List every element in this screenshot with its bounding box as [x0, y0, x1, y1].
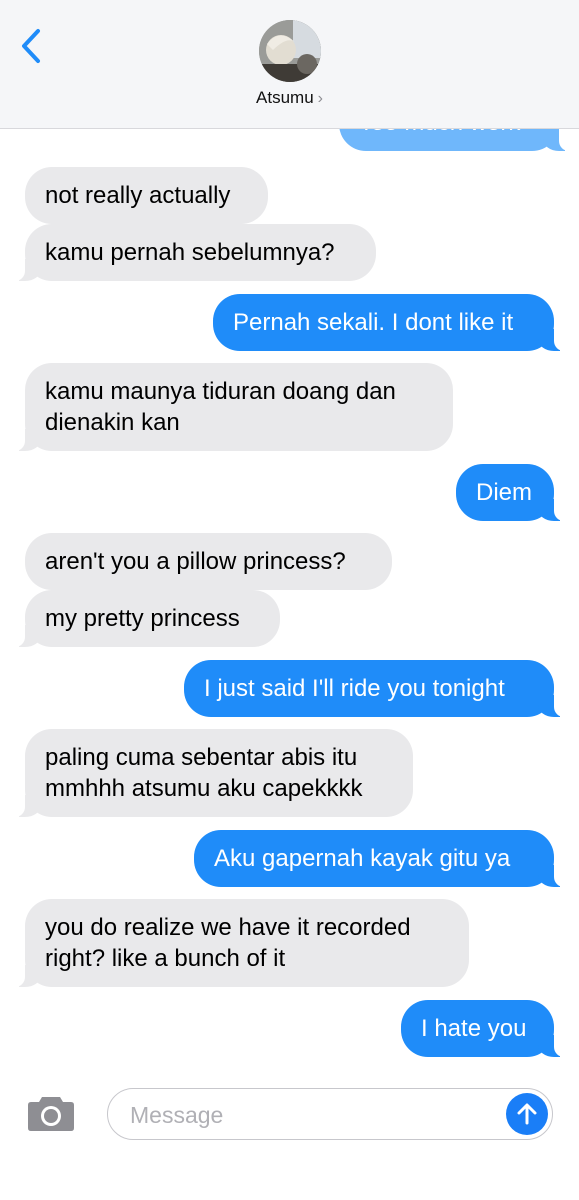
conversation-header: Atsumu ›	[0, 0, 579, 129]
contact-avatar[interactable]	[259, 20, 321, 82]
message-incoming: kamu pernah sebelumnya?	[13, 224, 376, 281]
contact-name-button[interactable]: Atsumu ›	[0, 88, 579, 108]
message-outgoing: Pernah sekali. I dont like it	[213, 294, 566, 351]
message-outgoing: I hate you	[401, 1000, 566, 1057]
message-incoming: my pretty princess	[13, 590, 280, 647]
message-outgoing: I just said I'll ride you tonight	[184, 660, 566, 717]
message-thread[interactable]: Too much work not really actually kamu p…	[0, 0, 579, 1075]
camera-icon	[28, 1097, 74, 1131]
back-button[interactable]	[16, 26, 46, 66]
message-outgoing: Aku gapernah kayak gitu ya	[194, 830, 566, 887]
contact-photo	[259, 20, 321, 82]
message-incoming: you do realize we have it recorded right…	[13, 899, 469, 987]
arrow-up-icon	[517, 1103, 537, 1125]
message-incoming: not really actually	[25, 167, 268, 224]
message-input[interactable]	[128, 1099, 502, 1131]
message-input-field[interactable]	[107, 1088, 553, 1140]
contact-name: Atsumu	[256, 88, 314, 107]
message-incoming: aren't you a pillow princess?	[25, 533, 392, 590]
chevron-right-icon: ›	[317, 90, 323, 107]
chevron-left-icon	[22, 29, 40, 63]
message-outgoing: Diem	[456, 464, 566, 521]
send-button[interactable]	[506, 1093, 548, 1135]
camera-button[interactable]	[26, 1093, 76, 1133]
message-incoming: kamu maunya tiduran doang dan dienakin k…	[13, 363, 453, 451]
message-incoming: paling cuma sebentar abis itu mmhhh atsu…	[13, 729, 413, 817]
